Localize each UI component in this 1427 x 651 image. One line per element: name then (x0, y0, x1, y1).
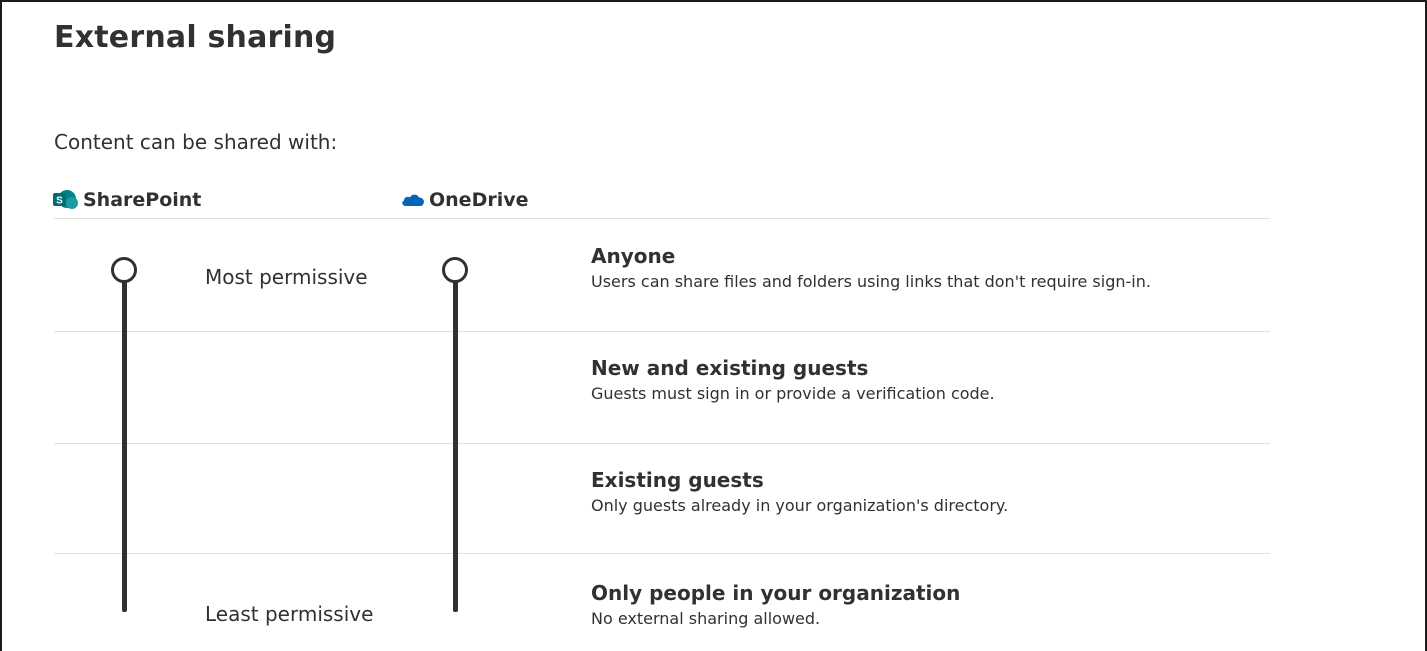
option-title: New and existing guests (591, 356, 869, 380)
option-description: Users can share files and folders using … (591, 272, 1151, 291)
divider (54, 218, 1270, 219)
settings-panel: External sharing Content can be shared w… (0, 0, 1427, 651)
option-new-and-existing-guests[interactable]: New and existing guests Guests must sign… (591, 355, 995, 405)
onedrive-label: OneDrive (429, 189, 529, 211)
page-title: External sharing (54, 20, 337, 55)
option-description: Guests must sign in or provide a verific… (591, 384, 995, 403)
onedrive-icon (402, 194, 424, 206)
sharepoint-slider-track[interactable] (122, 280, 127, 612)
divider (54, 331, 1270, 332)
onedrive-slider-track[interactable] (453, 280, 458, 612)
option-title: Existing guests (591, 468, 764, 492)
divider (54, 443, 1270, 444)
option-existing-guests[interactable]: Existing guests Only guests already in y… (591, 467, 1008, 517)
svg-text:S: S (56, 196, 63, 207)
section-label: Content can be shared with: (54, 130, 338, 154)
sharepoint-icon: S (53, 190, 78, 209)
onedrive-slider-handle[interactable] (442, 257, 468, 283)
most-permissive-label: Most permissive (205, 265, 368, 289)
divider (54, 553, 1270, 554)
sharepoint-slider-handle[interactable] (111, 257, 137, 283)
least-permissive-label: Least permissive (205, 602, 374, 626)
sharepoint-label: SharePoint (83, 189, 202, 211)
option-title: Anyone (591, 244, 676, 268)
sharepoint-header: S SharePoint (52, 189, 201, 211)
option-description: Only guests already in your organization… (591, 496, 1009, 515)
option-only-people-in-organization[interactable]: Only people in your organization No exte… (591, 580, 960, 630)
option-description: No external sharing allowed. (591, 609, 821, 628)
option-anyone[interactable]: Anyone Users can share files and folders… (591, 243, 1151, 293)
onedrive-header: OneDrive (400, 189, 529, 211)
option-title: Only people in your organization (591, 581, 961, 605)
